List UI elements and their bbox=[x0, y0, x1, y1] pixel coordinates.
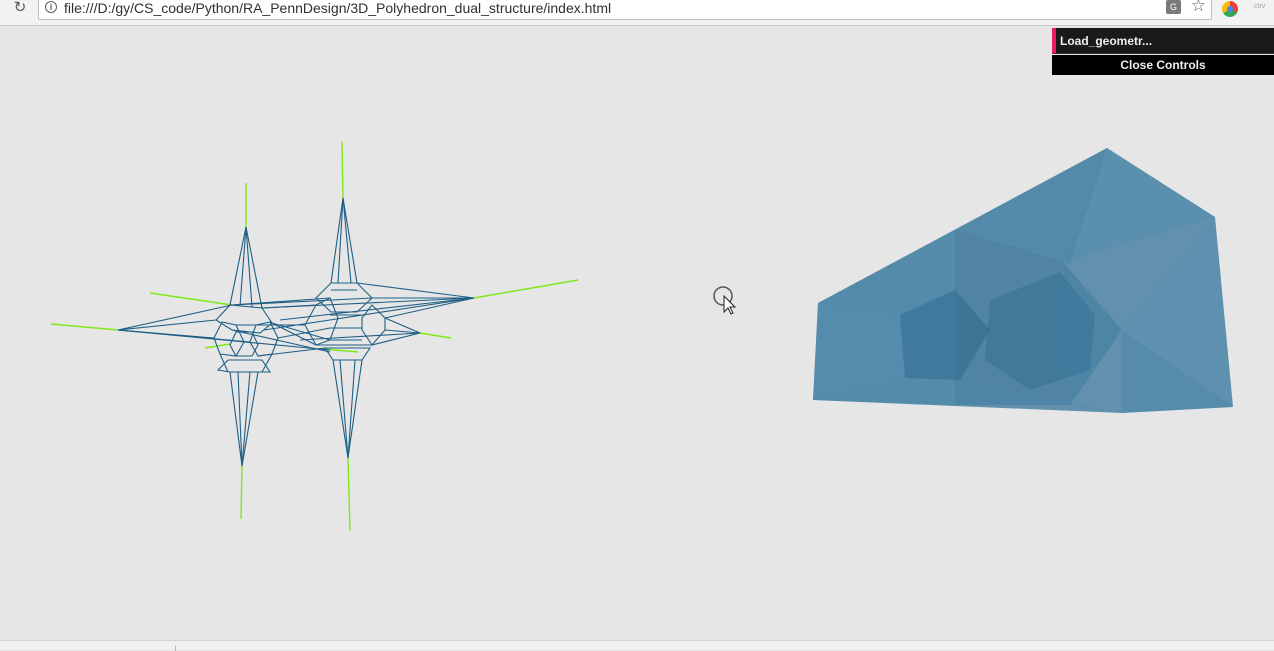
reload-icon[interactable]: ↻ bbox=[9, 0, 31, 18]
gui-controls-panel: Load_geometr... Close Controls bbox=[1052, 28, 1274, 75]
close-controls-button[interactable]: Close Controls bbox=[1052, 55, 1274, 75]
load-geometry-label[interactable]: Load_geometr... bbox=[1060, 34, 1152, 48]
translate-icon[interactable]: G bbox=[1166, 0, 1181, 14]
status-divider bbox=[175, 646, 176, 651]
browser-toolbar: ↻ i file:///D:/gy/CS_code/Python/RA_Penn… bbox=[0, 0, 1274, 26]
load-geometry-control[interactable]: Load_geometr... bbox=[1052, 28, 1274, 54]
webgl-viewport[interactable] bbox=[0, 26, 1274, 640]
polyhedron bbox=[813, 148, 1233, 413]
mouse-cursor-icon bbox=[712, 285, 738, 315]
star-icon[interactable]: ☆ bbox=[1191, 0, 1206, 15]
extension-icon-2[interactable]: ctrv bbox=[1254, 3, 1265, 10]
status-bar bbox=[0, 640, 1274, 651]
url-text[interactable]: file:///D:/gy/CS_code/Python/RA_PennDesi… bbox=[64, 0, 611, 16]
force-lines bbox=[50, 141, 579, 532]
wireframe-structure bbox=[117, 197, 475, 467]
info-icon[interactable]: i bbox=[45, 1, 57, 13]
address-bar[interactable]: i file:///D:/gy/CS_code/Python/RA_PennDe… bbox=[38, 0, 1212, 20]
extension-icon[interactable] bbox=[1222, 1, 1238, 17]
scene-canvas[interactable] bbox=[0, 26, 1274, 640]
